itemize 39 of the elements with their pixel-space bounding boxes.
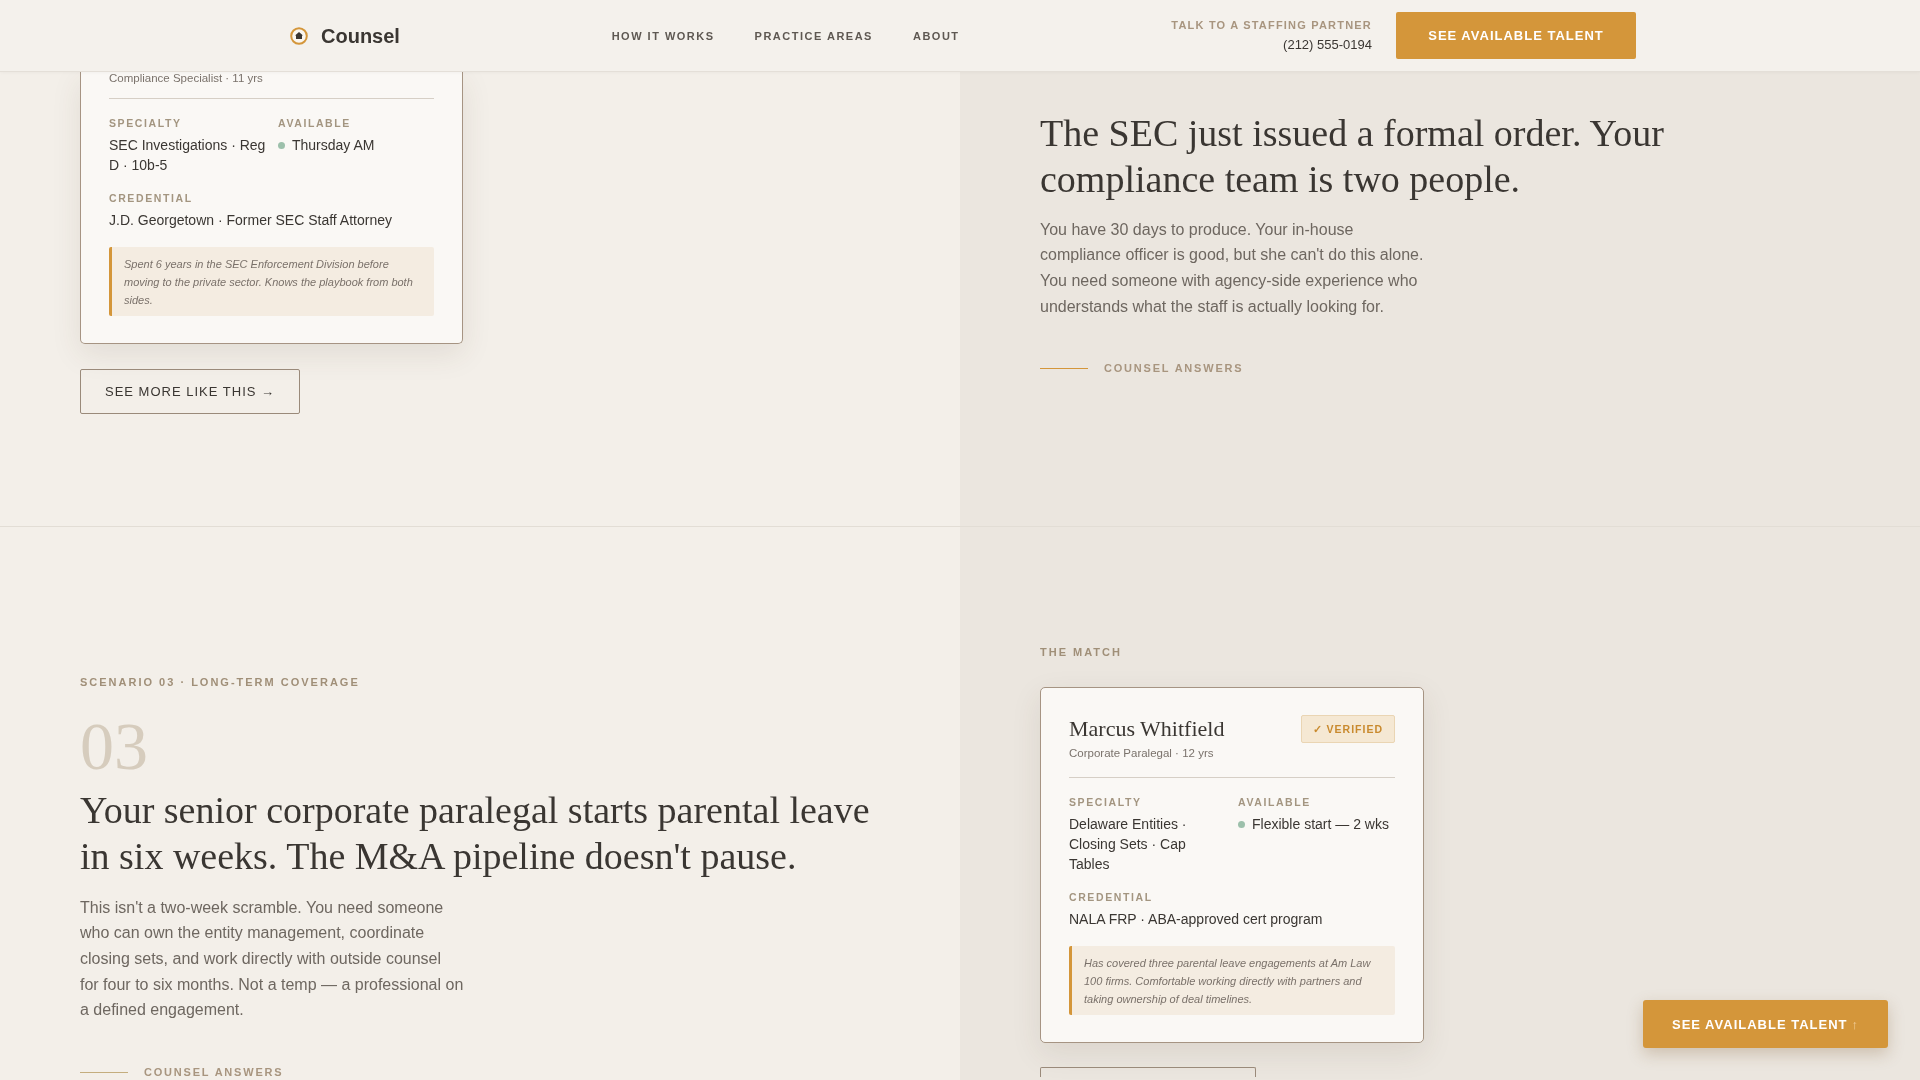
answer-label: COUNSEL ANSWERS <box>1104 362 1244 376</box>
field-label: AVAILABLE <box>1238 795 1312 809</box>
role-subtitle: Compliance Specialist · 11 yrs <box>109 72 264 85</box>
scenario-heading: The SEC just issued a formal order. Your compliance team is two people. <box>1040 111 1665 203</box>
nav-link[interactable]: ABOUT <box>912 28 960 43</box>
field-label: AVAILABLE <box>278 116 352 130</box>
phone-number: (212) 555-0194 <box>1283 37 1372 52</box>
field-label: CREDENTIAL <box>1069 890 1154 904</box>
scenario-heading: Your senior corporate paralegal starts parental leave in six weeks. The M&A pipeline doesn't pause. <box>80 788 871 880</box>
nav-link[interactable]: HOW IT WORKS <box>611 28 715 43</box>
brand-name[interactable]: Counsel <box>321 23 400 48</box>
contact-label: TALK TO A STAFFING PARTNER <box>1171 19 1372 32</box>
field-value: NALA FRP · ABA-approved cert program <box>1069 910 1324 929</box>
scenario-body: You have 30 days to produce. Your in-house compliance officer is good, but she can't do this alone. You need someone with agency-side experience who understands what the staff is actually looking for. <box>1040 219 1424 317</box>
field-label: SPECIALTY <box>109 116 183 130</box>
field-value: SEC Investigations · Reg D · 10b-5 <box>109 136 266 175</box>
verified-badge: ✓ VERIFIED <box>1300 715 1395 743</box>
field-label: CREDENTIAL <box>109 191 194 205</box>
see-more-button[interactable]: SEE MORE LIKE THIS → <box>80 369 301 414</box>
field-value: J.D. Georgetown · Former SEC Staff Attorney <box>109 211 393 230</box>
note-quote: Has covered three parental leave engagements at Am Law 100 firms. Comfortable working directly with partners and taking ownership of deal timelines. <box>1069 946 1395 1015</box>
status-dot-icon <box>1238 820 1245 828</box>
match-label: THE MATCH <box>1040 645 1122 659</box>
outlined-button[interactable] <box>1040 1067 1256 1077</box>
accent-line <box>80 1071 128 1073</box>
house-icon <box>290 26 308 45</box>
candidate-name: Marcus Whitfield <box>1069 715 1225 743</box>
nav-link[interactable]: PRACTICE AREAS <box>754 28 873 43</box>
role-subtitle: Corporate Paralegal · 12 yrs <box>1069 746 1215 761</box>
note-quote: Spent 6 years in the SEC Enforcement Division before moving to the private sector. Knows the playbook from both sides. <box>109 247 434 316</box>
field-value: Delaware Entities · Closing Sets · Cap Tables <box>1069 815 1188 874</box>
status-dot-icon <box>278 141 285 149</box>
scenario-eyebrow: SCENARIO 03 · LONG-TERM COVERAGE <box>80 675 360 689</box>
accent-line <box>1040 368 1088 370</box>
answer-label: COUNSEL ANSWERS <box>144 1065 284 1079</box>
field-value: Thursday AM <box>292 136 375 155</box>
scenario-body: This isn't a two-week scramble. You need someone who can own the entity management, coordinate closing sets, and work directly with outside counsel for four to six months. Not a temp — a professional on a defined engagement. <box>80 897 464 1021</box>
field-label: SPECIALTY <box>1069 795 1143 809</box>
field-value: Flexible start — 2 wks <box>1252 815 1389 834</box>
